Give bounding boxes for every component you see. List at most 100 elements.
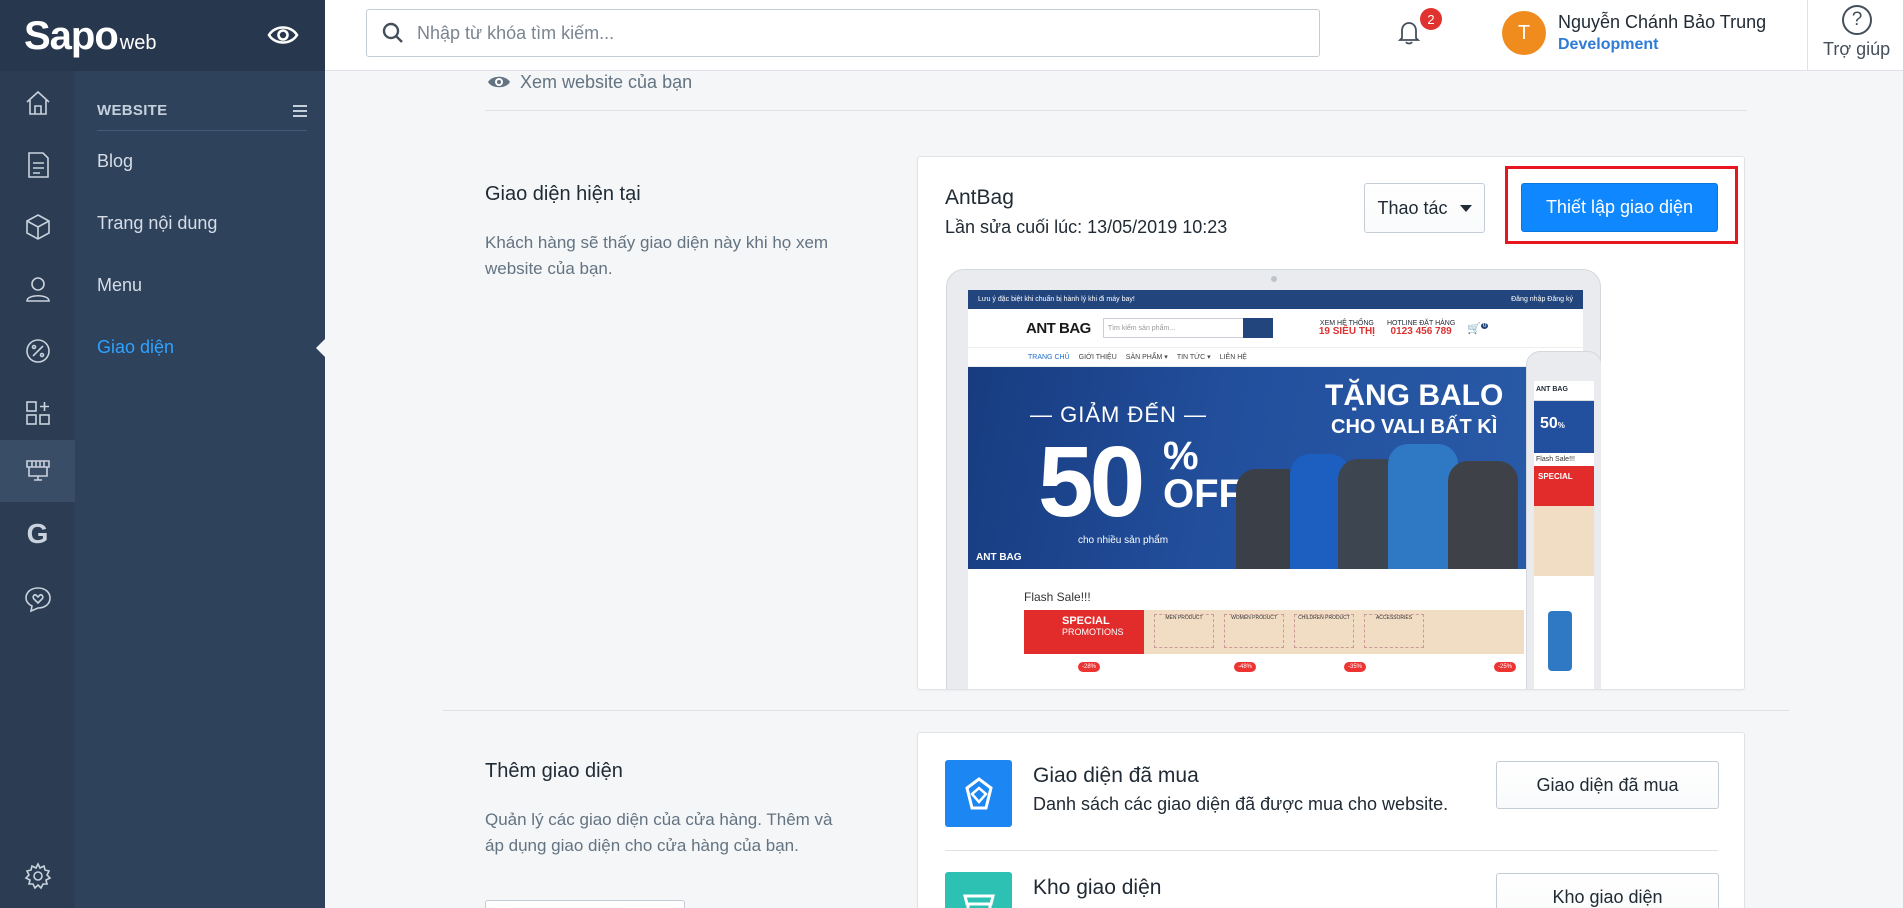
promo-sub-text: PROMOTIONS: [1062, 627, 1124, 637]
active-pointer: [316, 339, 325, 357]
preview-nav-item: TIN TỨC ▾: [1176, 354, 1211, 361]
orders-icon[interactable]: [0, 134, 75, 196]
google-icon[interactable]: G: [0, 503, 75, 565]
theme-store-button[interactable]: Kho giao diện: [1496, 873, 1719, 908]
promo-title: SPECIAL PROMOTIONS: [1024, 610, 1144, 654]
banner-sub: cho nhiều sản phẩm: [1078, 535, 1169, 546]
banner-right-text2: CHO VALI BẤT KÌ: [1331, 416, 1498, 438]
website-subnav: WEBSITE Blog Trang nội dung Menu Giao di…: [75, 71, 325, 908]
subnav-item-themes[interactable]: Giao diện: [97, 337, 174, 358]
preview-cart-icon: 🛒 0: [1467, 322, 1489, 335]
preview-cart-count: 0: [1481, 322, 1489, 329]
purchased-themes-button[interactable]: Giao diện đã mua: [1496, 761, 1719, 809]
preview-nav-item: LIÊN HỆ: [1219, 353, 1247, 361]
add-theme-title: Thêm giao diện: [485, 760, 623, 782]
user-role: Development: [1558, 36, 1659, 53]
backpack-image: [1448, 461, 1518, 569]
brand-suffix: web: [119, 32, 157, 54]
highlight-box: [1505, 166, 1738, 244]
divider: [443, 710, 1789, 711]
chat-icon[interactable]: [0, 568, 75, 630]
discount-tag: -35%: [1344, 662, 1366, 672]
preview-search-button: [1242, 318, 1273, 338]
settings-icon[interactable]: [0, 845, 75, 907]
promo-cell: ACCESSORIES: [1364, 614, 1424, 648]
tablet-screen: Lưu ý đặc biệt khi chuẩn bị hành lý khi …: [968, 290, 1583, 689]
banner-line1-text: GIẢM ĐẾN: [1060, 402, 1177, 427]
preview-stores-value: 19 SIÊU THỊ: [1318, 325, 1375, 337]
hamburger-icon[interactable]: [293, 104, 307, 117]
preview-header: ANT BAG Tìm kiếm sản phẩm... XEM HỆ THỐN…: [968, 309, 1583, 347]
theme-store-title: Kho giao diện: [1033, 876, 1162, 899]
search-icon: [382, 22, 403, 43]
theme-last-edited: Lần sửa cuối lúc: 13/05/2019 10:23: [945, 217, 1228, 237]
discount-tag: -25%: [1494, 662, 1516, 672]
phone-promo-grid: [1534, 506, 1594, 576]
banner-right-text: TẶNG BALO: [1325, 379, 1504, 412]
preview-topbar-right: Đăng nhập Đăng ký: [1511, 296, 1573, 303]
promo-cell: MEN PRODUCT: [1154, 614, 1214, 648]
phone-flash-sale: Flash Sale!!!: [1536, 456, 1575, 463]
icon-rail: Sapo web G: [0, 0, 325, 908]
theme-store-icon: [945, 872, 1012, 908]
discount-tag: -48%: [1234, 662, 1256, 672]
help-button[interactable]: ? Trợ giúp: [1807, 0, 1903, 71]
preview-search-placeholder: Tìm kiếm sản phẩm...: [1107, 324, 1176, 332]
preview-hotline-value: 0123 456 789: [1390, 325, 1452, 337]
help-label: Trợ giúp: [1823, 39, 1891, 59]
phone-product-image: [1548, 611, 1572, 671]
view-website-label: Xem website của bạn: [520, 71, 693, 92]
discounts-icon[interactable]: [0, 320, 75, 382]
actions-label: Thao tác: [1377, 197, 1448, 218]
current-theme-description: Khách hàng sẽ thấy giao diện này khi họ …: [485, 233, 829, 278]
subnav-title: WEBSITE: [97, 102, 168, 119]
current-theme-title: Giao diện hiện tại: [485, 183, 641, 205]
tablet-frame: Lưu ý đặc biệt khi chuẩn bị hành lý khi …: [946, 269, 1601, 689]
preview-topbar-text: Lưu ý đặc biệt khi chuẩn bị hành lý khi …: [978, 296, 1135, 303]
customers-icon[interactable]: [0, 258, 75, 320]
promo-title-text: SPECIAL: [1062, 615, 1110, 627]
avatar[interactable]: T: [1502, 11, 1546, 55]
website-icon[interactable]: [0, 440, 75, 502]
phone-frame: ANT BAG 50% Flash Sale!!! SPECIAL: [1526, 351, 1601, 689]
phone-screen: ANT BAG 50% Flash Sale!!! SPECIAL: [1534, 381, 1594, 689]
preview-nav-item: GIỚI THIỆU: [1078, 353, 1117, 361]
theme-preview[interactable]: Lưu ý đặc biệt khi chuẩn bị hành lý khi …: [946, 269, 1601, 689]
products-icon[interactable]: [0, 196, 75, 258]
preview-hotline: HOTLINE ĐẶT HÀNG 0123 456 789: [1387, 320, 1455, 337]
subnav-item-pages[interactable]: Trang nội dung: [97, 213, 217, 234]
subnav-header: WEBSITE: [97, 91, 307, 131]
view-store-eye-icon[interactable]: [267, 21, 299, 49]
preview-nav-item: TRANG CHỦ: [1028, 353, 1070, 361]
preview-nav: TRANG CHỦ GIỚI THIỆU SẢN PHẨM ▾ TIN TỨC …: [968, 347, 1583, 367]
phone-banner: 50%: [1534, 401, 1594, 453]
banner-logo: ANT BAG: [976, 552, 1022, 563]
add-theme-button[interactable]: [485, 900, 685, 908]
search-box[interactable]: [366, 9, 1320, 57]
actions-dropdown-button[interactable]: Thao tác: [1364, 183, 1485, 233]
apps-icon[interactable]: [0, 382, 75, 444]
eye-icon: [488, 76, 510, 88]
phone-logo: ANT BAG: [1534, 381, 1594, 401]
preview-topbar: Lưu ý đặc biệt khi chuẩn bị hành lý khi …: [968, 290, 1583, 309]
preview-promo: SPECIAL PROMOTIONS MEN PRODUCT WOMEN PROD…: [1024, 610, 1524, 654]
subnav-item-menu[interactable]: Menu: [97, 275, 142, 296]
discount-tag: -28%: [1078, 662, 1100, 672]
preview-flash-sale: Flash Sale!!!: [1024, 590, 1091, 604]
row-divider: [945, 850, 1718, 851]
user-name[interactable]: Nguyễn Chánh Bảo Trung: [1558, 12, 1766, 33]
purchased-themes-title: Giao diện đã mua: [1033, 764, 1199, 787]
preview-stores: XEM HỆ THỐNG 19 SIÊU THỊ: [1319, 320, 1375, 337]
view-website-link[interactable]: Xem website của bạn: [487, 70, 692, 94]
banner-off: OFF: [1163, 472, 1243, 516]
promo-cell: WOMEN PRODUCT: [1224, 614, 1284, 648]
home-icon[interactable]: [0, 72, 75, 134]
sapo-logo[interactable]: Sapo web: [24, 14, 157, 59]
phone-promo: SPECIAL: [1534, 466, 1594, 506]
brand-name: Sapo: [24, 14, 119, 58]
divider: [485, 110, 1747, 111]
search-input[interactable]: [417, 22, 1297, 44]
subnav-item-blog[interactable]: Blog: [97, 151, 133, 172]
question-icon: ?: [1842, 5, 1872, 35]
purchased-themes-icon: [945, 760, 1012, 827]
